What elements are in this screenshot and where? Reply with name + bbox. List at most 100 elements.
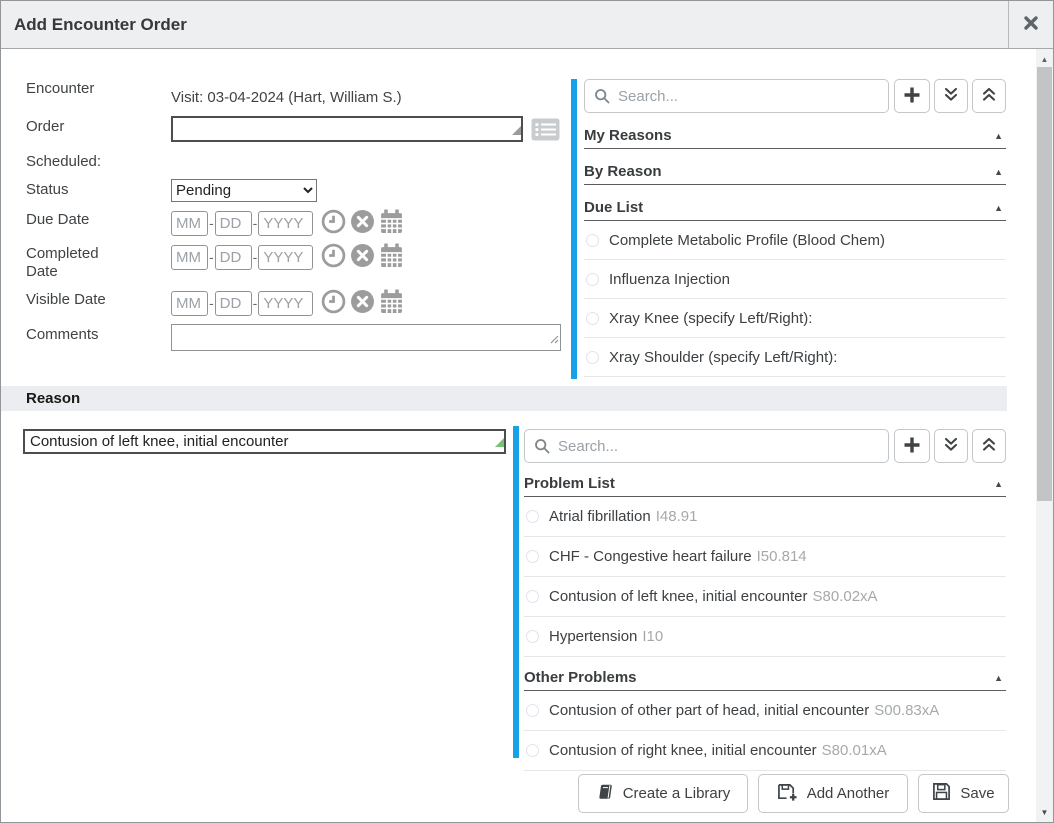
problems-search-row [524, 429, 1006, 463]
order-input[interactable] [171, 116, 523, 142]
list-icon [531, 129, 560, 144]
calendar-icon [379, 209, 404, 237]
status-select[interactable]: Pending [171, 179, 317, 202]
completed-date-time-button[interactable] [321, 243, 346, 271]
button-label: Create a Library [623, 785, 731, 802]
due-list-item[interactable]: Influenza Injection [584, 260, 1006, 299]
problem-list-item[interactable]: Contusion of left knee, initial encounte… [524, 577, 1006, 617]
comments-input[interactable] [171, 324, 561, 351]
x-circle-icon [350, 289, 375, 317]
add-encounter-order-dialog: Add Encounter Order Encounter Visit: 03-… [0, 0, 1054, 823]
problems-search-input[interactable] [524, 429, 889, 463]
problem-list-item[interactable]: Contusion of other part of head, initial… [524, 691, 1006, 731]
due-date-month-input[interactable] [171, 211, 208, 236]
due-date-clear-button[interactable] [350, 209, 375, 237]
visible-date-calendar-button[interactable] [379, 289, 404, 317]
radio-circle-icon [586, 312, 599, 325]
visible-date-clear-button[interactable] [350, 289, 375, 317]
scrollbar-thumb[interactable] [1037, 67, 1052, 501]
expand-all-button[interactable] [934, 429, 968, 463]
due-list-item[interactable]: Xray Knee (specify Left/Right): [584, 299, 1006, 338]
save-plus-icon [777, 782, 798, 806]
plus-icon [903, 436, 921, 457]
problem-list-item[interactable]: HypertensionI10 [524, 617, 1006, 657]
item-label: Complete Metabolic Profile (Blood Chem) [609, 232, 885, 249]
due-date-year-input[interactable] [258, 211, 313, 236]
collapse-arrow-icon[interactable]: ▲ [994, 479, 1006, 489]
section-label: Problem List [524, 475, 615, 492]
due-date-group: - - [171, 209, 404, 237]
order-list-picker-button[interactable] [531, 118, 560, 144]
create-library-button[interactable]: Create a Library [578, 774, 748, 813]
completed-date-calendar-button[interactable] [379, 243, 404, 271]
chevrons-down-icon [944, 87, 958, 105]
radio-circle-icon [526, 510, 539, 523]
due-date-time-button[interactable] [321, 209, 346, 237]
due-list-item[interactable]: Complete Metabolic Profile (Blood Chem) [584, 221, 1006, 260]
scrollbar-down-arrow[interactable]: ▼ [1036, 804, 1053, 820]
completed-date-label: Completed Date [26, 245, 126, 281]
item-label: CHF - Congestive heart failureI50.814 [549, 548, 807, 565]
reasons-search-row [584, 79, 1006, 113]
add-reason-button[interactable] [894, 79, 930, 113]
section-header-due-list[interactable]: Due List ▲ [584, 195, 1006, 221]
add-another-button[interactable]: Add Another [758, 774, 908, 813]
expand-all-button[interactable] [934, 79, 968, 113]
item-code: I50.814 [757, 548, 807, 565]
problems-panel: Problem List ▲ Atrial fibrillationI48.91… [524, 429, 1006, 771]
radio-circle-icon [526, 590, 539, 603]
status-label: Status [26, 181, 69, 199]
close-button[interactable] [1008, 1, 1053, 48]
collapse-arrow-icon[interactable]: ▲ [994, 167, 1006, 177]
visible-date-time-button[interactable] [321, 289, 346, 317]
encounter-label: Encounter [26, 80, 94, 98]
radio-circle-icon [526, 744, 539, 757]
dialog-titlebar: Add Encounter Order [1, 1, 1053, 49]
date-separator: - [253, 249, 258, 265]
collapse-all-button[interactable] [972, 429, 1006, 463]
visible-date-year-input[interactable] [258, 291, 313, 316]
item-label: HypertensionI10 [549, 628, 663, 645]
collapse-arrow-icon[interactable]: ▲ [994, 131, 1006, 141]
x-circle-icon [350, 243, 375, 271]
scheduled-label: Scheduled: [26, 153, 101, 171]
add-problem-button[interactable] [894, 429, 930, 463]
completed-date-clear-button[interactable] [350, 243, 375, 271]
date-separator: - [209, 215, 214, 231]
due-date-calendar-button[interactable] [379, 209, 404, 237]
save-button[interactable]: Save [918, 774, 1009, 813]
reasons-search-input[interactable] [584, 79, 889, 113]
section-header-by-reason[interactable]: By Reason ▲ [584, 159, 1006, 185]
collapse-arrow-icon[interactable]: ▲ [994, 203, 1006, 213]
section-header-problem-list[interactable]: Problem List ▲ [524, 471, 1006, 497]
reason-input[interactable]: Contusion of left knee, initial encounte… [23, 429, 506, 454]
section-header-other-problems[interactable]: Other Problems ▲ [524, 665, 1006, 691]
completed-date-year-input[interactable] [258, 245, 313, 270]
visible-date-label: Visible Date [26, 291, 106, 309]
book-icon [596, 783, 614, 805]
item-label: Atrial fibrillationI48.91 [549, 508, 697, 525]
clock-icon [321, 209, 346, 237]
visible-date-day-input[interactable] [215, 291, 252, 316]
completed-date-day-input[interactable] [215, 245, 252, 270]
reasons-panel: My Reasons ▲ By Reason ▲ Due List ▲ Comp… [584, 79, 1006, 377]
radio-circle-icon [586, 351, 599, 364]
due-list-item[interactable]: Xray Shoulder (specify Left/Right): [584, 338, 1006, 377]
problem-list-item[interactable]: CHF - Congestive heart failureI50.814 [524, 537, 1006, 577]
collapse-all-button[interactable] [972, 79, 1006, 113]
reason-section-header: Reason [1, 386, 1007, 411]
visible-date-month-input[interactable] [171, 291, 208, 316]
collapse-arrow-icon[interactable]: ▲ [994, 673, 1006, 683]
date-separator: - [209, 295, 214, 311]
section-header-my-reasons[interactable]: My Reasons ▲ [584, 123, 1006, 149]
reasons-search-box [584, 79, 889, 113]
order-label: Order [26, 118, 64, 136]
problem-list-item[interactable]: Contusion of right knee, initial encount… [524, 731, 1006, 771]
item-label: Contusion of other part of head, initial… [549, 702, 939, 719]
scrollbar: ▲ ▼ [1036, 49, 1053, 822]
chevrons-up-icon [982, 437, 996, 455]
scrollbar-up-arrow[interactable]: ▲ [1036, 51, 1053, 67]
completed-date-month-input[interactable] [171, 245, 208, 270]
due-date-day-input[interactable] [215, 211, 252, 236]
problem-list-item[interactable]: Atrial fibrillationI48.91 [524, 497, 1006, 537]
